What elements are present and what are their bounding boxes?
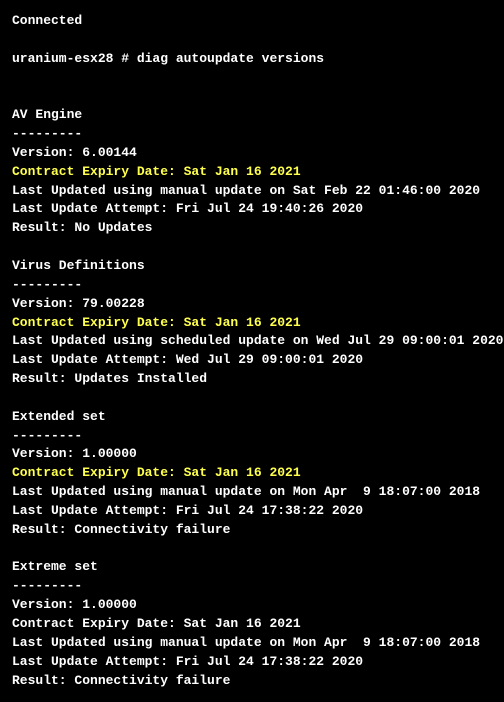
last-updated-line: Last Updated using manual update on Mon … [12,634,492,653]
result-line: Result: Updates Installed [12,370,492,389]
version-line: Version: 79.00228 [12,295,492,314]
result-line: Result: No Updates [12,219,492,238]
contract-expiry-line: Contract Expiry Date: Sat Jan 16 2021 [12,615,492,634]
version-line: Version: 6.00144 [12,144,492,163]
last-updated-line: Last Updated using manual update on Mon … [12,483,492,502]
section-title: Extreme set [12,558,492,577]
command-prompt: uranium-esx28 # diag autoupdate versions [12,50,492,69]
divider: --------- [12,125,492,144]
version-line: Version: 1.00000 [12,445,492,464]
result-line: Result: Connectivity failure [12,672,492,691]
contract-expiry-line: Contract Expiry Date: Sat Jan 16 2021 [12,163,492,182]
section-title: Extended set [12,408,492,427]
section-title: Virus Definitions [12,257,492,276]
last-attempt-line: Last Update Attempt: Fri Jul 24 19:40:26… [12,200,492,219]
last-attempt-line: Last Update Attempt: Fri Jul 24 17:38:22… [12,653,492,672]
last-attempt-line: Last Update Attempt: Wed Jul 29 09:00:01… [12,351,492,370]
divider: --------- [12,577,492,596]
last-updated-line: Last Updated using scheduled update on W… [12,332,492,351]
section-title: AV Engine [12,106,492,125]
last-updated-line: Last Updated using manual update on Sat … [12,182,492,201]
result-line: Result: Connectivity failure [12,521,492,540]
version-line: Version: 1.00000 [12,596,492,615]
connection-status: Connected [12,12,492,31]
contract-expiry-line: Contract Expiry Date: Sat Jan 16 2021 [12,314,492,333]
last-attempt-line: Last Update Attempt: Fri Jul 24 17:38:22… [12,502,492,521]
terminal-output: Connected uranium-esx28 # diag autoupdate… [12,12,492,690]
divider: --------- [12,276,492,295]
divider: --------- [12,427,492,446]
contract-expiry-line: Contract Expiry Date: Sat Jan 16 2021 [12,464,492,483]
